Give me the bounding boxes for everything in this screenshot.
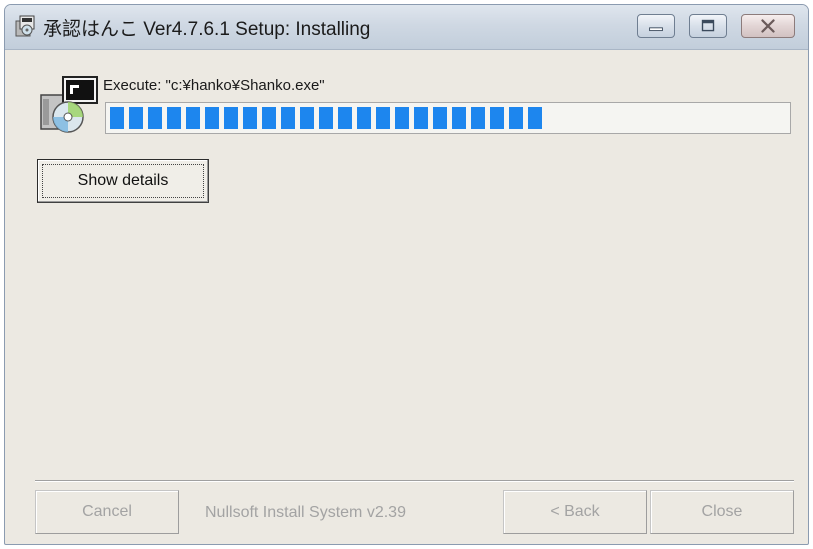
show-details-button[interactable]: Show details <box>37 159 209 203</box>
window-title: 承認はんこ Ver4.7.6.1 Setup: Installing <box>43 19 371 40</box>
minimize-button[interactable] <box>637 14 675 38</box>
cancel-button[interactable]: Cancel <box>35 490 179 534</box>
nsis-branding-text: Nullsoft Install System v2.39 <box>205 504 406 521</box>
installer-window: 承認はんこ Ver4.7.6.1 Setup: Installing Execu… <box>4 4 809 545</box>
install-progress-bar <box>105 102 791 134</box>
installer-app-icon <box>15 15 35 37</box>
maximize-button[interactable] <box>689 14 727 38</box>
footer-divider <box>35 480 794 482</box>
close-icon <box>761 19 775 33</box>
back-button[interactable]: < Back <box>503 490 647 534</box>
window-close-button[interactable] <box>741 14 795 38</box>
close-button[interactable]: Close <box>650 490 794 534</box>
title-bar[interactable]: 承認はんこ Ver4.7.6.1 Setup: Installing <box>5 5 808 50</box>
install-status-text: Execute: "c:¥hanko¥Shanko.exe" <box>103 77 325 94</box>
minimize-icon <box>649 27 663 32</box>
show-details-label: Show details <box>77 172 169 189</box>
install-progress-fill <box>110 107 543 129</box>
maximize-icon <box>701 19 715 32</box>
installer-content: Execute: "c:¥hanko¥Shanko.exe" Show deta… <box>5 49 808 544</box>
installer-setup-icon <box>40 76 98 133</box>
